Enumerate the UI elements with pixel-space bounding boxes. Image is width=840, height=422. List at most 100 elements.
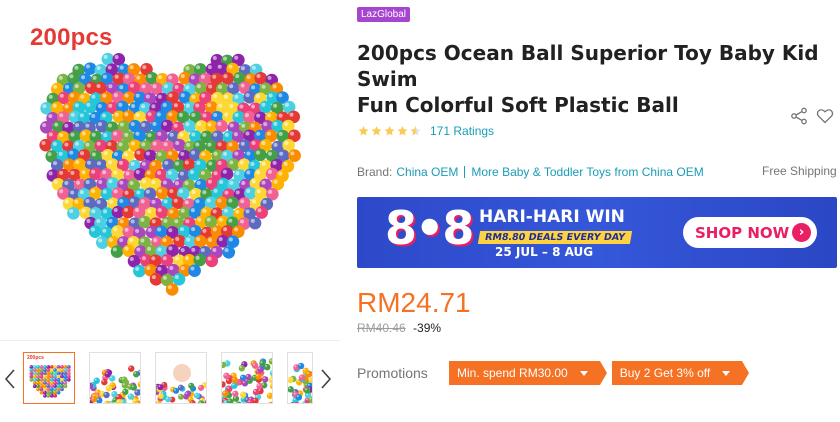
thumbnail-label: 200pcs: [27, 355, 44, 361]
share-icon[interactable]: [789, 106, 809, 126]
discount-percent: -39%: [413, 321, 442, 335]
voucher-label: Min. spend RM30.00: [457, 366, 568, 380]
ocean-ball: [194, 234, 207, 248]
ocean-ball: [288, 149, 301, 162]
ocean-ball: [88, 225, 102, 238]
ocean-ball: [173, 387, 180, 394]
ocean-ball: [187, 167, 201, 181]
rating-row: 171 Ratings: [357, 124, 494, 138]
product-info: LazGlobal 200pcs Ocean Ball Superior Toy…: [357, 0, 840, 422]
ocean-ball: [252, 397, 259, 403]
ocean-ball: [255, 206, 268, 219]
ocean-ball: [253, 148, 267, 162]
thumbnail-2[interactable]: [89, 352, 141, 404]
ocean-ball: [254, 71, 268, 85]
ocean-ball: [121, 382, 129, 389]
ocean-ball: [177, 393, 184, 400]
star-icon: [371, 126, 382, 136]
ocean-ball: [60, 387, 64, 392]
ocean-ball: [100, 403, 106, 404]
ocean-ball: [222, 381, 226, 388]
thumbnail-strip: 200pcs: [0, 340, 340, 422]
more-from-brand-link[interactable]: More Baby & Toddler Toys from China OEM: [471, 165, 703, 179]
brand-row: Brand: China OEM More Baby & Toddler Toy…: [357, 165, 704, 179]
free-shipping-label: Free Shipping: [762, 164, 837, 178]
ocean-ball: [173, 138, 186, 152]
chevron-left-icon[interactable]: [2, 365, 18, 393]
ocean-ball: [84, 100, 97, 114]
ocean-ball: [157, 392, 164, 399]
ocean-ball: [110, 245, 124, 258]
original-price-row: RM40.46 -39%: [357, 321, 441, 335]
thumbnail-4[interactable]: [221, 352, 273, 404]
star-icon: [384, 126, 395, 136]
ocean-ball: [193, 392, 200, 399]
ocean-ball: [116, 403, 122, 404]
caret-down-icon: [579, 371, 588, 376]
ocean-ball: [266, 392, 272, 399]
product-actions: [789, 106, 835, 126]
ocean-ball: [198, 384, 205, 391]
ocean-ball: [232, 390, 239, 398]
star-icon: [397, 126, 408, 136]
ocean-ball: [53, 393, 58, 398]
shop-now-button[interactable]: SHOP NOW ›: [683, 217, 817, 248]
original-price: RM40.46: [357, 321, 406, 335]
thumbnail-5[interactable]: [287, 352, 313, 404]
ocean-ball: [122, 388, 129, 396]
banner-headline: HARI-HARI WIN: [479, 207, 625, 227]
ocean-ball: [303, 387, 311, 394]
ocean-ball: [105, 385, 113, 392]
main-product-image[interactable]: 200pcs: [0, 0, 340, 340]
ocean-ball: [305, 370, 312, 378]
ocean-ball: [36, 387, 41, 392]
chevron-right-icon[interactable]: [318, 365, 334, 393]
ocean-ball: [298, 374, 306, 381]
ocean-ball: [268, 401, 272, 403]
ocean-ball: [268, 358, 272, 365]
ocean-ball: [262, 376, 269, 383]
ocean-ball: [270, 383, 272, 390]
ocean-ball: [165, 396, 172, 403]
banner-deal-text: RM8.80 DEALS EVERY DAY: [477, 231, 633, 244]
brand-link[interactable]: China OEM: [396, 165, 458, 179]
heart-outline-icon[interactable]: [815, 106, 835, 126]
ocean-ball: [222, 390, 229, 397]
ocean-ball: [104, 400, 111, 403]
ratings-count-link[interactable]: 171 Ratings: [430, 124, 494, 138]
thumbnail-3[interactable]: [155, 352, 207, 404]
ocean-ball: [205, 254, 219, 268]
ocean-ball: [259, 360, 266, 367]
ocean-ball: [39, 390, 44, 395]
campaign-banner[interactable]: 8•8 HARI-HARI WIN RM8.80 DEALS EVERY DAY…: [357, 197, 837, 268]
baby-figure: [173, 364, 191, 382]
ocean-ball: [222, 246, 236, 259]
ocean-ball: [39, 138, 53, 152]
ocean-ball: [231, 376, 238, 384]
ocean-ball: [101, 378, 108, 386]
ocean-ball: [245, 373, 252, 381]
voucher-buy2[interactable]: Buy 2 Get 3% off: [611, 361, 749, 385]
ocean-ball: [121, 376, 128, 383]
ocean-ball: [155, 205, 169, 219]
title-line-1: 200pcs Ocean Ball Superior Toy Baby Kid …: [357, 41, 819, 91]
ocean-ball: [184, 391, 191, 398]
ocean-ball: [63, 384, 68, 389]
ocean-ball: [66, 377, 71, 382]
ocean-ball: [103, 391, 110, 399]
thumbnail-1[interactable]: 200pcs: [23, 352, 75, 404]
ocean-ball: [43, 393, 47, 398]
voucher-min-spend[interactable]: Min. spend RM30.00: [449, 361, 607, 385]
star-icon: [410, 126, 421, 136]
ocean-ball: [155, 225, 168, 238]
ocean-ball: [259, 100, 272, 114]
ocean-ball: [127, 393, 135, 400]
ocean-ball: [111, 391, 118, 398]
banner-dates: 25 JUL – 8 AUG: [495, 245, 594, 259]
ocean-ball: [32, 384, 37, 389]
ocean-ball: [231, 382, 238, 389]
ocean-ball: [269, 370, 272, 377]
ocean-ball: [104, 371, 111, 378]
promotions-label: Promotions: [357, 365, 428, 381]
ocean-ball: [256, 382, 263, 390]
